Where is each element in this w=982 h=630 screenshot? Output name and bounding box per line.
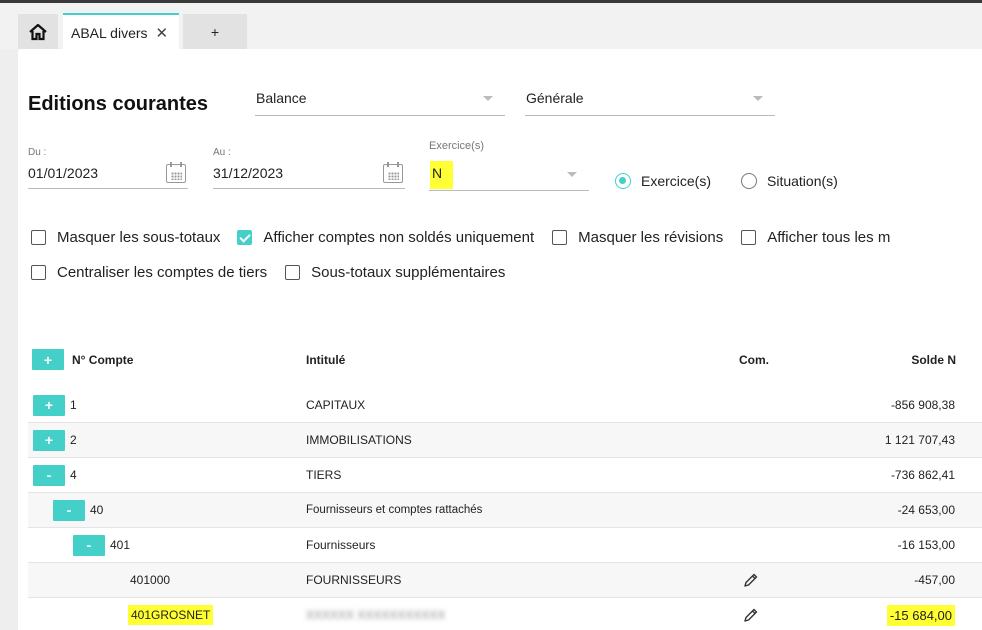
page-title: Editions courantes [28, 93, 209, 115]
main-panel: Editions courantes Balance Générale Du :… [18, 49, 982, 630]
home-icon [29, 23, 47, 40]
au-label: Au : [213, 147, 231, 158]
checkbox-afficher-tous[interactable]: Afficher tous les m [741, 229, 890, 246]
row-solde: -16 153,00 [897, 538, 955, 552]
checkbox-sous-totaux-supp[interactable]: Sous-totaux supplémentaires [285, 264, 505, 281]
add-tab-button[interactable]: + [183, 14, 247, 49]
checkbox[interactable] [31, 230, 46, 245]
radio-situation[interactable]: Situation(s) [741, 173, 838, 189]
row-toggle-button[interactable]: - [33, 464, 65, 486]
row-intitule: TIERS [306, 468, 342, 482]
edition-mode-select[interactable]: Générale [525, 88, 775, 116]
row-compte: 401GROSNET [128, 605, 214, 625]
row-solde: -856 908,38 [890, 398, 955, 412]
calendar-icon[interactable] [166, 162, 186, 183]
date-to-field[interactable]: 31/12/2023 [213, 161, 405, 189]
tab-bar: ABAL divers ✕ + [0, 3, 982, 51]
checkbox-checked[interactable] [237, 230, 253, 245]
checkbox-masquer-revisions[interactable]: Masquer les révisions [552, 229, 723, 246]
row-toggle-button[interactable]: + [33, 429, 65, 451]
row-intitule: IMMOBILISATIONS [306, 433, 412, 447]
checkbox[interactable] [552, 230, 568, 245]
close-icon[interactable]: ✕ [156, 24, 169, 42]
row-compte: 40 [90, 503, 104, 517]
options-row-2: Centraliser les comptes de tiers Sous-to… [31, 264, 505, 281]
checkbox-label: Masquer les révisions [578, 229, 724, 246]
row-compte: 2 [70, 433, 77, 447]
date-from-field[interactable]: 01/01/2023 [28, 161, 188, 189]
checkbox-label: Afficher tous les m [767, 229, 891, 246]
row-compte: 1 [70, 398, 77, 412]
checkbox-label: Afficher comptes non soldés uniquement [263, 229, 535, 246]
row-compte: 401 [110, 538, 131, 552]
row-solde: -24 653,00 [897, 503, 955, 517]
radio-button-checked[interactable] [615, 173, 631, 189]
exercice-value: N [430, 161, 454, 189]
checkbox[interactable] [741, 230, 757, 245]
edition-type-select[interactable]: Balance [255, 88, 505, 116]
row-intitule: Fournisseurs [306, 538, 376, 552]
row-intitule: CAPITAUX [306, 398, 366, 412]
tab-label: ABAL divers [71, 25, 148, 41]
row-solde: -736 862,41 [890, 468, 955, 482]
du-label: Du : [28, 147, 47, 158]
row-toggle-button[interactable]: - [73, 534, 105, 556]
radio-button-unchecked[interactable] [741, 173, 757, 189]
chevron-down-icon [753, 96, 763, 101]
checkbox-label: Sous-totaux supplémentaires [311, 264, 506, 281]
chevron-down-icon [483, 96, 493, 101]
checkbox[interactable] [285, 265, 301, 280]
checkbox-label: Centraliser les comptes de tiers [57, 264, 268, 281]
column-header-com[interactable]: Com. [739, 353, 769, 367]
row-solde: -457,00 [914, 573, 955, 587]
checkbox[interactable] [31, 265, 46, 280]
row-compte: 401000 [130, 573, 171, 587]
table-row[interactable]: - 40 Fournisseurs et comptes rattachés -… [28, 493, 982, 528]
pencil-icon[interactable] [743, 572, 759, 588]
checkbox-label: Masquer les sous-totaux [57, 229, 221, 246]
column-header-solde[interactable]: Solde N [898, 353, 956, 367]
edition-type-value: Balance [256, 90, 307, 106]
date-from-value: 01/01/2023 [28, 165, 99, 181]
pencil-icon[interactable] [743, 607, 759, 623]
options-row-1: Masquer les sous-totaux Afficher comptes… [31, 229, 890, 246]
row-compte: 4 [70, 468, 77, 482]
chevron-down-icon [567, 172, 577, 177]
table-row[interactable]: + 1 CAPITAUX -856 908,38 [28, 388, 982, 423]
exercice-select[interactable]: N [429, 161, 589, 191]
row-intitule: FOURNISSEURS [306, 573, 402, 587]
checkbox-centraliser-tiers[interactable]: Centraliser les comptes de tiers [31, 264, 267, 281]
row-toggle-button[interactable]: - [53, 499, 85, 521]
checkbox-masquer-sous-totaux[interactable]: Masquer les sous-totaux [31, 229, 220, 246]
exercice-label: Exercice(s) [429, 140, 485, 152]
expand-all-button[interactable]: + [32, 349, 64, 370]
edition-mode-value: Générale [526, 90, 584, 106]
radio-situation-label: Situation(s) [767, 173, 838, 189]
calendar-icon[interactable] [383, 162, 403, 183]
row-solde: 1 121 707,43 [884, 433, 955, 447]
tab-home[interactable] [18, 14, 58, 49]
checkbox-afficher-non-soldes[interactable]: Afficher comptes non soldés uniquement [237, 229, 534, 246]
row-toggle-button[interactable]: + [33, 394, 65, 416]
table-row[interactable]: - 4 TIERS -736 862,41 [28, 458, 982, 493]
table-row[interactable]: 401GROSNET XXXXXX XXXXXXXXXXX -15 684,00 [28, 598, 982, 630]
table-row[interactable]: - 401 Fournisseurs -16 153,00 [28, 528, 982, 563]
tab-abal-divers[interactable]: ABAL divers ✕ [63, 13, 179, 51]
table-row[interactable]: + 2 IMMOBILISATIONS 1 121 707,43 [28, 423, 982, 458]
table-row[interactable]: 401000 FOURNISSEURS -457,00 [28, 563, 982, 598]
column-header-intitule[interactable]: Intitulé [306, 353, 345, 367]
row-intitule: Fournisseurs et comptes rattachés [306, 504, 483, 516]
row-intitule-redacted: XXXXXX XXXXXXXXXXX [306, 608, 446, 622]
radio-exercice[interactable]: Exercice(s) [615, 173, 711, 189]
column-header-compte[interactable]: N° Compte [72, 353, 133, 367]
date-to-value: 31/12/2023 [213, 165, 284, 181]
radio-exercice-label: Exercice(s) [641, 173, 712, 189]
row-solde: -15 684,00 [886, 604, 955, 626]
